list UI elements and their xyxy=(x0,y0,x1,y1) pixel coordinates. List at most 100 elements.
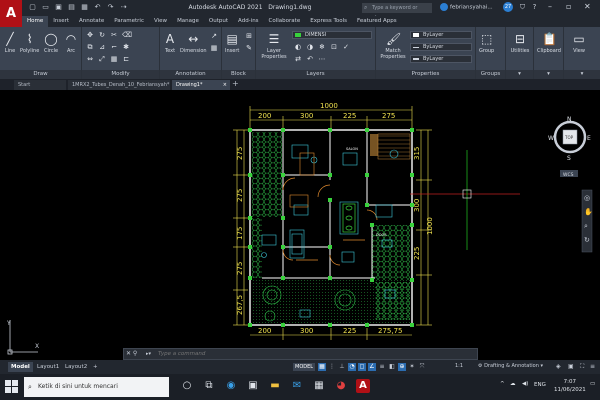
tab-model[interactable]: Model xyxy=(8,362,33,372)
hardware-acceleration-icon[interactable]: ▣ xyxy=(568,363,574,370)
line-tool[interactable]: ╱ Line xyxy=(3,32,17,54)
layer-properties-tool[interactable]: ☰ Layer Properties xyxy=(260,32,288,60)
group-tool[interactable]: ⬚ Group xyxy=(479,32,494,54)
close-command-line-icon[interactable]: ✕ ⚲ xyxy=(126,350,137,357)
utilities-expand[interactable]: ▾ xyxy=(506,70,533,79)
network-icon[interactable]: ☁ xyxy=(510,381,516,387)
clipboard-tool[interactable]: 📋 Clipboard xyxy=(534,32,564,54)
lineweight-dropdown[interactable]: ByLayer xyxy=(410,55,472,63)
model-space-button[interactable]: MODEL xyxy=(293,363,316,371)
edge-icon[interactable]: ◉ xyxy=(224,379,238,393)
match-layer-icon[interactable]: ⇄ xyxy=(294,55,302,63)
osnap-icon[interactable]: ◻ xyxy=(358,363,366,371)
color-dropdown[interactable]: ByLayer xyxy=(410,31,472,39)
text-tool[interactable]: A Text xyxy=(163,32,177,54)
fillet-icon[interactable]: ⌐ xyxy=(110,43,118,51)
array-icon[interactable]: ▦ xyxy=(110,55,118,63)
groups-panel-title[interactable]: Groups xyxy=(476,70,505,79)
maximize-icon[interactable]: ▫ xyxy=(566,2,571,11)
viewcube[interactable]: TOP N S E W WCS xyxy=(548,116,591,178)
draw-panel-title[interactable]: Draw xyxy=(0,70,81,79)
close-icon[interactable]: ✕ xyxy=(584,2,591,11)
insert-tool[interactable]: ▤ Insert xyxy=(225,32,239,54)
lineweight-toggle-icon[interactable]: ≡ xyxy=(378,363,386,371)
properties-panel-title[interactable]: Properties xyxy=(376,70,475,79)
tab-layout2[interactable]: Layout2 xyxy=(62,362,90,372)
minimize-icon[interactable]: – xyxy=(548,2,552,11)
save-as-icon[interactable]: ▤ xyxy=(67,3,76,12)
view-panel[interactable]: ▭ View ▾ xyxy=(564,27,600,79)
microsoft-store-icon[interactable]: ▣ xyxy=(246,379,260,393)
snap-icon[interactable]: ⋮ xyxy=(328,363,336,371)
layer-off-icon[interactable]: ◐ xyxy=(294,43,302,51)
trim-icon[interactable]: ✂ xyxy=(110,31,118,39)
tab-insert[interactable]: Insert xyxy=(48,16,74,27)
drawing-viewport[interactable]: 1000 200 300 225 275 200 300 225 275,75 … xyxy=(0,90,600,360)
tab-output[interactable]: Output xyxy=(204,16,233,27)
annotation-visibility-icon[interactable]: ✶ xyxy=(408,363,416,371)
auto-scale-icon[interactable]: ⤧ xyxy=(418,363,426,371)
command-input[interactable] xyxy=(158,350,458,358)
plot-icon[interactable]: ▦ xyxy=(80,3,89,12)
tray-overflow-icon[interactable]: ^ xyxy=(500,381,505,387)
tab-annotate[interactable]: Annotate xyxy=(74,16,109,27)
clean-screen-icon[interactable]: ⛶ xyxy=(580,363,584,371)
tab-collaborate[interactable]: Collaborate xyxy=(264,16,306,27)
layer-lock-icon[interactable]: ⊡ xyxy=(330,43,338,51)
user-account[interactable]: febriansyahai... xyxy=(440,3,493,11)
add-layout-icon[interactable]: + xyxy=(90,362,101,372)
undo-icon[interactable]: ↶ xyxy=(93,3,102,12)
tab-layout1[interactable]: Layout1 xyxy=(34,362,62,372)
help-search-input[interactable]: ⌕ Type a keyword or phrase xyxy=(362,3,432,21)
make-current-icon[interactable]: ✓ xyxy=(342,43,350,51)
ortho-icon[interactable]: ⊥ xyxy=(338,363,346,371)
polyline-tool[interactable]: ⌇ Polyline xyxy=(20,32,39,54)
stretch-icon[interactable]: ⇔ xyxy=(86,55,94,63)
mirror-icon[interactable]: ⊿ xyxy=(98,43,106,51)
new-tab-icon[interactable]: + xyxy=(232,79,239,88)
tab-add-ins[interactable]: Add-ins xyxy=(233,16,264,27)
volume-icon[interactable]: ◀) xyxy=(522,381,528,387)
full-navigation-wheel-icon[interactable]: ◎ xyxy=(584,194,590,202)
file-explorer-icon[interactable]: ▬ xyxy=(268,379,282,393)
rotate-icon[interactable]: ↻ xyxy=(98,31,106,39)
erase-icon[interactable]: ⌫ xyxy=(122,31,132,39)
mail-icon[interactable]: ✉ xyxy=(290,379,304,393)
edit-block-icon[interactable]: ✎ xyxy=(245,44,253,52)
customize-icon[interactable]: ≡ xyxy=(590,363,595,370)
tab-home[interactable]: Home xyxy=(22,16,49,27)
copy-icon[interactable]: ⧉ xyxy=(86,43,94,51)
cortana-icon[interactable]: ○ xyxy=(180,379,194,393)
grid-icon[interactable]: ▦ xyxy=(318,363,326,371)
autocad-taskbar-icon[interactable]: A xyxy=(356,379,370,393)
redo-icon[interactable]: ↷ xyxy=(106,3,115,12)
cart-icon[interactable]: ⛉ xyxy=(518,3,527,12)
transparency-icon[interactable]: ◧ xyxy=(388,363,396,371)
autocad-logo[interactable]: A xyxy=(0,0,22,28)
tab-file-2[interactable]: Drawing1* × xyxy=(172,80,230,90)
tab-file-1[interactable]: 1MRX2_Tubes_Denah_10_Febriansyah* xyxy=(68,80,170,90)
tab-manage[interactable]: Manage xyxy=(172,16,204,27)
help-icon[interactable]: ? xyxy=(530,3,539,12)
tab-start[interactable]: Start xyxy=(14,80,66,90)
layer-previous-icon[interactable]: ↶ xyxy=(306,55,314,63)
windows-start-icon[interactable] xyxy=(5,380,19,394)
zoom-extents-icon[interactable]: ⌕ xyxy=(584,222,588,230)
create-block-icon[interactable]: ⊞ xyxy=(245,32,253,40)
new-file-icon[interactable]: ▢ xyxy=(28,3,37,12)
dimension-tool[interactable]: ↔ Dimension xyxy=(180,32,207,54)
layer-freeze-icon[interactable]: ❄ xyxy=(318,43,326,51)
share-icon[interactable]: ⇢ xyxy=(119,3,128,12)
arc-tool[interactable]: ◠ Arc xyxy=(64,32,78,54)
otrack-icon[interactable]: ∠ xyxy=(368,363,376,371)
orbit-icon[interactable]: ↻ xyxy=(584,236,590,244)
notification-badge[interactable]: 27 xyxy=(503,2,513,12)
polar-icon[interactable]: ◔ xyxy=(348,363,356,371)
system-clock[interactable]: 7:07 11/06/2021 xyxy=(554,378,586,394)
save-icon[interactable]: ▣ xyxy=(54,3,63,12)
language-indicator[interactable]: ENG xyxy=(534,382,546,388)
offset-icon[interactable]: ⊏ xyxy=(122,55,130,63)
clipboard-panel[interactable]: 📋 Clipboard ▾ xyxy=(534,27,564,79)
layers-panel-title[interactable]: Layers xyxy=(256,70,375,79)
scale-icon[interactable]: ⤢ xyxy=(98,55,106,63)
